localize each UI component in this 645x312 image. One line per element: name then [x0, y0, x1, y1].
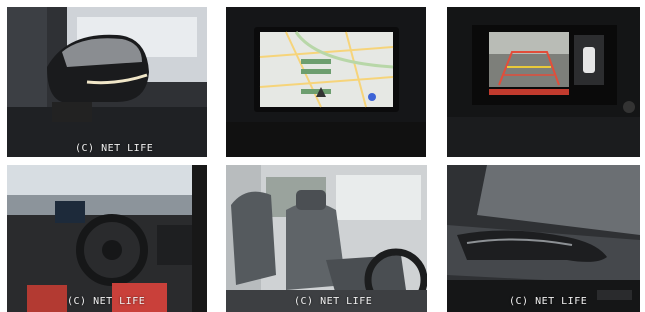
photo-front-seats[interactable]: (C) NET LIFE — [226, 165, 427, 312]
seat-detail-image — [447, 165, 640, 312]
backup-camera-image — [447, 7, 640, 157]
photo-side-mirror[interactable]: (C) NET LIFE — [7, 7, 207, 157]
photo-watermark: (C) NET LIFE — [509, 296, 588, 307]
dashboard-image — [7, 165, 207, 312]
photo-watermark: (C) NET LIFE — [75, 143, 154, 154]
side-mirror-image — [7, 7, 207, 157]
photo-backup-camera-screen[interactable] — [447, 7, 640, 157]
photo-watermark: (C) NET LIFE — [67, 296, 146, 307]
photo-navigation-screen[interactable] — [226, 7, 426, 157]
photo-watermark: (C) NET LIFE — [294, 296, 373, 307]
navigation-screen-image — [226, 7, 426, 157]
front-seats-image — [226, 165, 427, 312]
photo-seat-detail[interactable]: (C) NET LIFE — [447, 165, 640, 312]
photo-dashboard[interactable]: (C) NET LIFE — [7, 165, 207, 312]
